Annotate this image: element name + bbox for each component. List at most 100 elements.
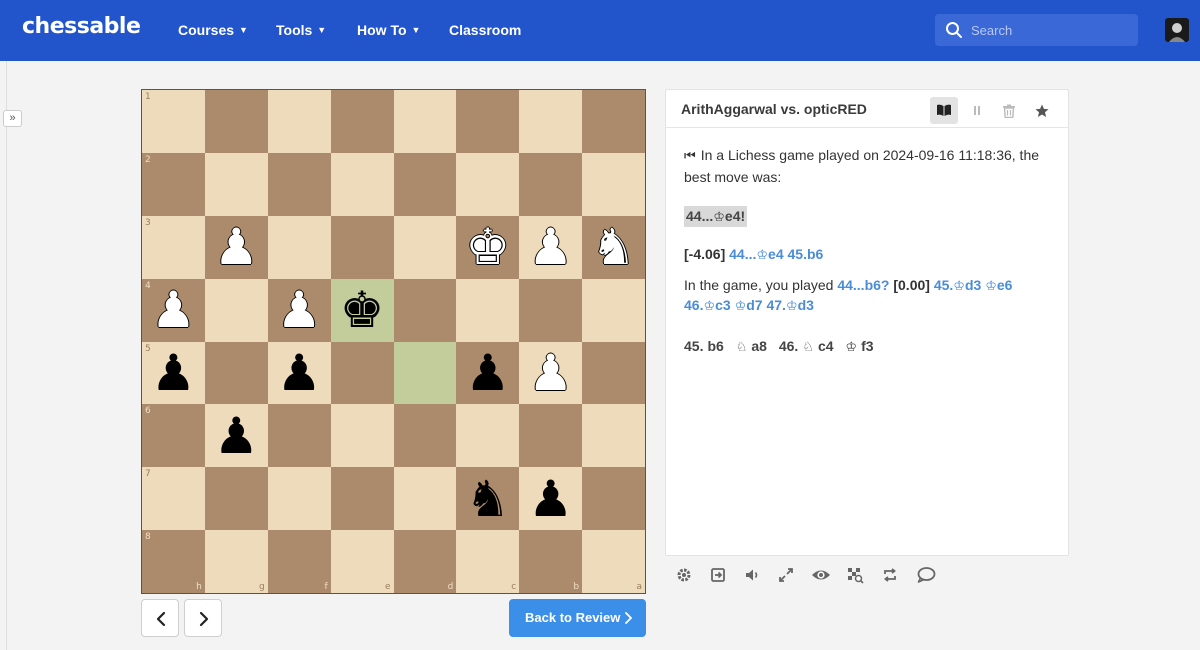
square-a3[interactable]: ♞ [582, 215, 645, 279]
square-a8[interactable]: a [582, 530, 645, 593]
settings-button[interactable] [675, 566, 695, 586]
next-move-button[interactable] [184, 599, 222, 637]
square-d3[interactable] [393, 215, 457, 279]
move-token[interactable]: ♔ f3 [845, 338, 877, 355]
nav-courses[interactable]: Courses ▼ [178, 22, 248, 38]
black-pawn-icon[interactable]: ♟ [268, 342, 331, 405]
square-g7[interactable] [204, 467, 268, 531]
square-h7[interactable]: 7 [142, 467, 205, 531]
sound-button[interactable] [743, 566, 763, 586]
white-pawn-icon[interactable]: ♟ [142, 279, 205, 342]
square-d5[interactable] [393, 341, 457, 405]
nav-classroom[interactable]: Classroom [449, 22, 521, 38]
square-d4[interactable] [393, 278, 457, 342]
square-g8[interactable]: g [204, 530, 268, 593]
chessable-logo[interactable]: chessable [22, 14, 141, 39]
square-f3[interactable] [267, 215, 331, 279]
delete-button[interactable] [995, 97, 1023, 124]
square-h8[interactable]: 8h [142, 530, 205, 593]
square-b2[interactable] [519, 152, 583, 216]
square-e3[interactable] [330, 215, 394, 279]
user-avatar[interactable] [1165, 18, 1189, 42]
square-d6[interactable] [393, 404, 457, 468]
square-g5[interactable] [204, 341, 268, 405]
expand-sidebar-button[interactable]: » [3, 110, 22, 127]
square-h1[interactable]: 1 [142, 90, 205, 153]
square-b1[interactable] [519, 90, 583, 153]
rewind-icon[interactable]: ⏮ [684, 149, 696, 164]
square-c4[interactable] [456, 278, 520, 342]
square-b3[interactable]: ♟ [519, 215, 583, 279]
black-knight-icon[interactable]: ♞ [456, 467, 519, 530]
comment-button[interactable] [916, 566, 936, 586]
square-f2[interactable] [267, 152, 331, 216]
white-pawn-icon[interactable]: ♟ [519, 216, 582, 279]
nav-tools[interactable]: Tools ▼ [276, 22, 326, 38]
black-king-icon[interactable]: ♚ [331, 279, 394, 342]
visibility-button[interactable] [811, 566, 831, 586]
played-move[interactable]: 44...b6? [837, 277, 889, 293]
square-a4[interactable] [582, 278, 645, 342]
white-pawn-icon[interactable]: ♟ [519, 342, 582, 405]
move-token[interactable]: 46. ♘ c4 [779, 338, 838, 355]
square-a7[interactable] [582, 467, 645, 531]
fullscreen-button[interactable] [777, 566, 797, 586]
square-f6[interactable] [267, 404, 331, 468]
square-e1[interactable] [330, 90, 394, 153]
black-pawn-icon[interactable]: ♟ [519, 467, 582, 530]
square-b8[interactable]: b [519, 530, 583, 593]
white-pawn-icon[interactable]: ♟ [268, 279, 331, 342]
square-d1[interactable] [393, 90, 457, 153]
black-pawn-icon[interactable]: ♟ [456, 342, 519, 405]
move-token[interactable]: ♔d7 [735, 297, 763, 314]
move-token[interactable]: ♔e6 [985, 277, 1012, 294]
square-f5[interactable]: ♟ [267, 341, 331, 405]
flip-board-button[interactable] [881, 566, 901, 586]
square-b5[interactable]: ♟ [519, 341, 583, 405]
square-h3[interactable]: 3 [142, 215, 205, 279]
square-h5[interactable]: 5 ♟ [142, 341, 205, 405]
square-b7[interactable]: ♟ [519, 467, 583, 531]
square-c3[interactable]: ♚ [456, 215, 520, 279]
square-a2[interactable] [582, 152, 645, 216]
move-token[interactable]: ♘ a8 [736, 338, 771, 355]
move-token[interactable]: 47.♔d3 [766, 297, 813, 314]
pause-button[interactable] [963, 97, 991, 124]
chess-board[interactable]: 1 2 3 ♟ ♚ ♟ ♞ 4 ♟ ♟ ♚ 5 ♟ ♟ ♟ ♟ 6 ♟ 7 ♞ ♟ 8 h g f e d c b a [141, 89, 646, 594]
square-a1[interactable] [582, 90, 645, 153]
export-button[interactable] [709, 566, 729, 586]
nav-how-to[interactable]: How To ▼ [357, 22, 420, 38]
square-g2[interactable] [204, 152, 268, 216]
square-e2[interactable] [330, 152, 394, 216]
square-c6[interactable] [456, 404, 520, 468]
square-c7[interactable]: ♞ [456, 467, 520, 531]
square-f1[interactable] [267, 90, 331, 153]
square-e5[interactable] [330, 341, 394, 405]
engine-line-moves[interactable]: 44...♔e4 45.b6 [729, 246, 823, 263]
square-f4[interactable]: ♟ [267, 278, 331, 342]
square-e7[interactable] [330, 467, 394, 531]
move-token[interactable]: 45.♔d3 [934, 277, 981, 294]
square-b4[interactable] [519, 278, 583, 342]
square-d2[interactable] [393, 152, 457, 216]
square-d7[interactable] [393, 467, 457, 531]
search-input[interactable] [971, 20, 1131, 40]
square-g1[interactable] [204, 90, 268, 153]
white-king-icon[interactable]: ♚ [456, 216, 519, 279]
move-token[interactable]: 46.♔c3 [684, 297, 731, 314]
book-button[interactable] [930, 97, 958, 124]
square-e4[interactable]: ♚ [330, 278, 394, 342]
white-pawn-icon[interactable]: ♟ [205, 216, 268, 279]
square-g6[interactable]: ♟ [204, 404, 268, 468]
square-f7[interactable] [267, 467, 331, 531]
analysis-board-button[interactable] [846, 566, 866, 586]
square-g4[interactable] [204, 278, 268, 342]
square-d8[interactable]: d [393, 530, 457, 593]
black-pawn-icon[interactable]: ♟ [205, 404, 268, 467]
square-a6[interactable] [582, 404, 645, 468]
square-a5[interactable] [582, 341, 645, 405]
black-pawn-icon[interactable]: ♟ [142, 342, 205, 405]
square-c2[interactable] [456, 152, 520, 216]
favorite-button[interactable] [1028, 97, 1056, 124]
search-box[interactable] [935, 14, 1138, 46]
